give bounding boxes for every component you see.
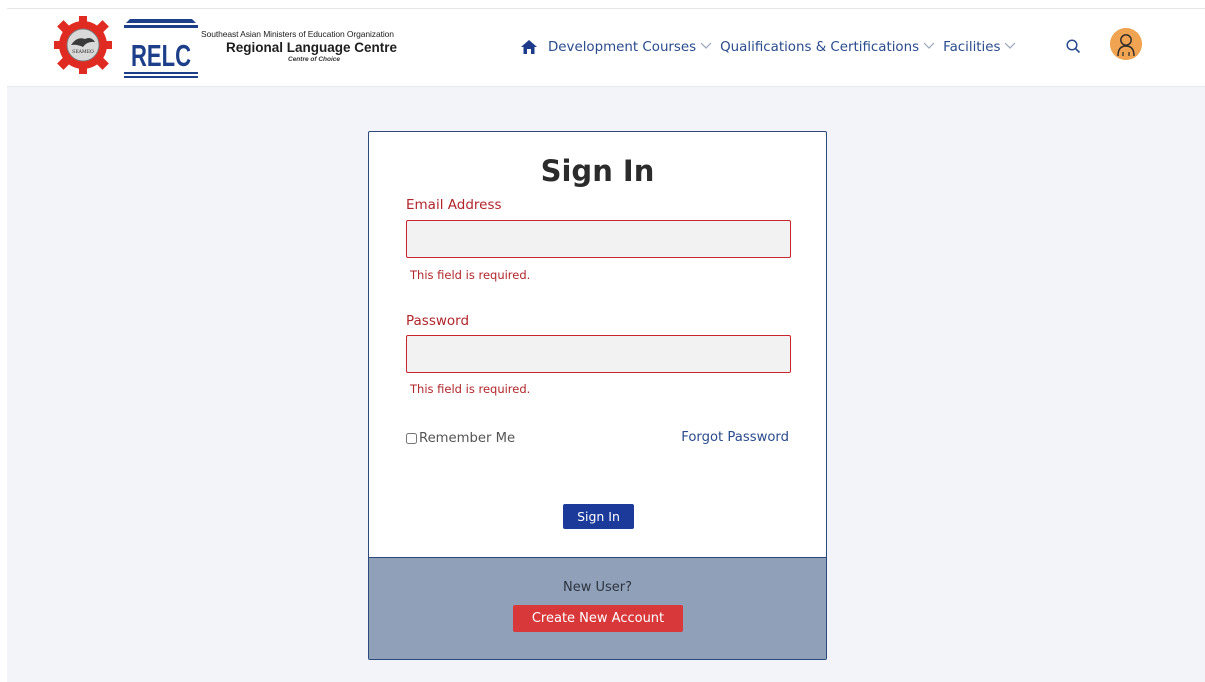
- remember-me-label: Remember Me: [419, 431, 516, 446]
- email-field[interactable]: [406, 220, 791, 258]
- remember-me: Remember Me: [406, 431, 515, 446]
- sign-in-title: Sign In: [540, 154, 655, 188]
- chevron-down-icon: [1005, 42, 1016, 49]
- chevron-down-icon: [700, 42, 712, 49]
- nav-item-label: Qualifications & Certifications: [720, 39, 920, 55]
- create-account-button[interactable]: Create New Account: [513, 605, 683, 632]
- email-label: Email Address: [406, 197, 502, 213]
- main-nav: Development Courses Qualifications & Cer…: [520, 28, 1142, 60]
- nav-qualifications-certifications[interactable]: Qualifications & Certifications: [720, 40, 935, 55]
- password-field[interactable]: [406, 335, 791, 373]
- nav-item-label: Facilities: [943, 39, 1001, 55]
- new-user-text: New User?: [562, 580, 633, 595]
- remember-me-checkbox[interactable]: [406, 433, 417, 444]
- org-line2: Regional Language Centre: [226, 40, 398, 55]
- email-error: This field is required.: [410, 268, 531, 282]
- user-avatar-icon[interactable]: [1110, 28, 1142, 60]
- sign-in-button[interactable]: Sign In: [563, 504, 634, 529]
- nav-facilities[interactable]: Facilities: [943, 40, 1016, 55]
- org-tagline: Centre of Choice: [288, 56, 341, 63]
- seameo-text: SEAMEO: [72, 49, 94, 55]
- seameo-logo: SEAMEO: [54, 16, 112, 74]
- password-error: This field is required.: [410, 382, 531, 396]
- sign-in-card: Sign In Email Address This field is requ…: [368, 131, 827, 660]
- relc-text: RELC: [131, 38, 191, 73]
- org-line1: Southeast Asian Ministers of Education O…: [201, 29, 394, 39]
- relc-logo: RELC: [124, 19, 198, 78]
- org-name: Southeast Asian Ministers of Education O…: [201, 29, 397, 63]
- nav-item-label: Development Courses: [548, 39, 697, 55]
- site-header: SEAMEO RELC Southeast Asian Ministers of…: [7, 9, 1205, 87]
- home-icon[interactable]: [520, 39, 538, 55]
- password-label: Password: [406, 313, 470, 329]
- nav-development-courses[interactable]: Development Courses: [548, 40, 712, 55]
- chevron-down-icon: [923, 42, 935, 49]
- forgot-password-link[interactable]: Forgot Password: [681, 430, 789, 445]
- new-user-panel: New User? Create New Account: [369, 557, 826, 659]
- search-icon[interactable]: [1066, 39, 1081, 58]
